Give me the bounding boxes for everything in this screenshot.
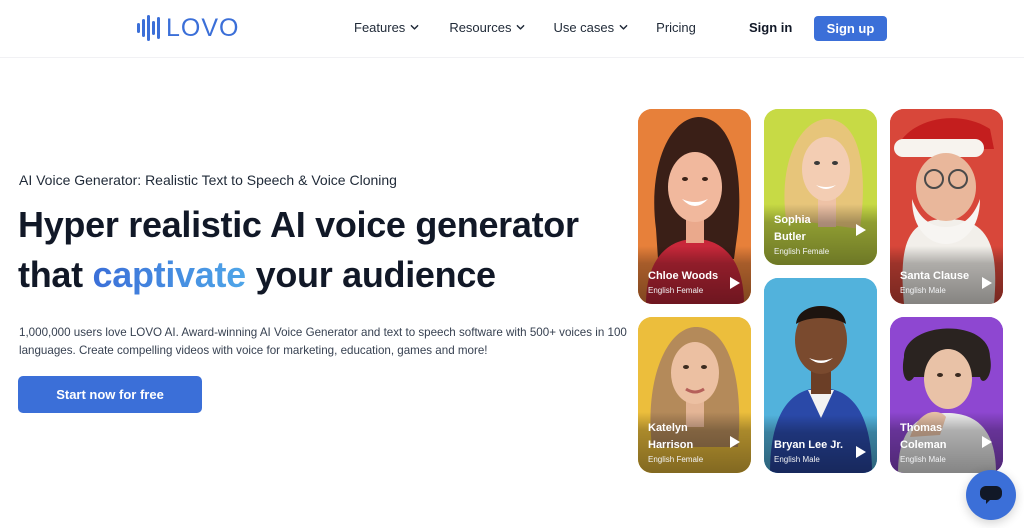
chevron-down-icon bbox=[619, 24, 628, 30]
nav-item-resources[interactable]: Resources bbox=[449, 20, 525, 35]
voice-language: English Male bbox=[900, 286, 946, 295]
nav-item-label: Use cases bbox=[553, 20, 615, 35]
headline-accent-word: captivate bbox=[92, 254, 247, 295]
voice-language: English Female bbox=[774, 247, 830, 256]
chevron-down-icon bbox=[517, 24, 525, 30]
voice-name: Chloe Woods bbox=[648, 270, 719, 282]
voice-name-line-1: Thomas bbox=[900, 422, 943, 434]
nav-item-label: Pricing bbox=[656, 20, 696, 35]
voice-name-line-2: Butler bbox=[774, 231, 806, 243]
play-icon[interactable] bbox=[730, 277, 740, 289]
start-now-button[interactable]: Start now for free bbox=[18, 376, 202, 413]
voice-card-katelyn-harrison[interactable]: Katelyn Harrison English Female bbox=[638, 317, 751, 473]
nav-item-label: Features bbox=[354, 20, 406, 35]
voice-language: English Female bbox=[648, 286, 704, 295]
navbar-divider bbox=[0, 57, 1024, 58]
voice-card-bryan-lee-jr[interactable]: Bryan Lee Jr. English Male bbox=[764, 278, 877, 473]
play-icon[interactable] bbox=[730, 436, 740, 448]
voice-name-line-1: Sophia bbox=[774, 214, 811, 226]
voice-language: English Male bbox=[774, 455, 820, 464]
voice-name: Bryan Lee Jr. bbox=[774, 439, 844, 451]
chat-widget-button[interactable] bbox=[966, 470, 1016, 520]
hero-description: 1,000,000 users love LOVO AI. Award-winn… bbox=[19, 326, 627, 357]
lovo-logo[interactable]: LOVO bbox=[137, 14, 239, 42]
voice-card-sophia-butler[interactable]: Sophia Butler English Female bbox=[764, 109, 877, 265]
headline-line-1: Hyper realistic AI voice generator bbox=[18, 204, 579, 245]
play-icon[interactable] bbox=[982, 277, 992, 289]
voice-language: English Female bbox=[648, 455, 704, 464]
voice-card-chloe-woods[interactable]: Chloe Woods English Female bbox=[638, 109, 751, 304]
voice-name-line-2: Harrison bbox=[648, 439, 694, 451]
voice-card-thomas-coleman[interactable]: Thomas Coleman English Male bbox=[890, 317, 1003, 473]
sign-up-button[interactable]: Sign up bbox=[814, 16, 887, 41]
sign-in-link[interactable]: Sign in bbox=[749, 20, 792, 35]
play-icon[interactable] bbox=[982, 436, 992, 448]
play-icon[interactable] bbox=[856, 446, 866, 458]
voice-name: Santa Clause bbox=[900, 270, 970, 282]
brand-name: LOVO bbox=[166, 13, 240, 42]
nav-item-pricing[interactable]: Pricing bbox=[656, 20, 696, 35]
headline-text: that bbox=[18, 254, 93, 295]
voice-language: English Male bbox=[900, 455, 946, 464]
hero-headline: Hyper realistic AI voice generator that … bbox=[18, 200, 618, 300]
voice-card-santa-clause[interactable]: Santa Clause English Male bbox=[890, 109, 1003, 304]
nav-item-label: Resources bbox=[449, 20, 512, 35]
top-navbar: LOVO Features Resources Use cases Pricin… bbox=[0, 0, 1024, 58]
play-icon[interactable] bbox=[856, 224, 866, 236]
voice-info: Chloe Woods English Female bbox=[638, 246, 751, 304]
headline-line-2: that captivate your audience bbox=[18, 250, 618, 300]
soundwave-logo-icon bbox=[137, 14, 160, 42]
nav-item-features[interactable]: Features bbox=[354, 20, 419, 35]
voice-info: Bryan Lee Jr. English Male bbox=[764, 415, 877, 473]
nav-item-use-cases[interactable]: Use cases bbox=[553, 20, 628, 35]
hero-subheading: AI Voice Generator: Realistic Text to Sp… bbox=[19, 172, 397, 188]
nav-menu: Features Resources Use cases Pricing bbox=[354, 20, 724, 35]
chevron-down-icon bbox=[410, 24, 419, 30]
voice-info: Santa Clause English Male bbox=[890, 246, 1003, 304]
chat-icon bbox=[980, 486, 1002, 504]
voice-name-line-2: Coleman bbox=[900, 439, 947, 451]
voice-name-line-1: Katelyn bbox=[648, 422, 688, 434]
headline-text: your audience bbox=[245, 254, 496, 295]
